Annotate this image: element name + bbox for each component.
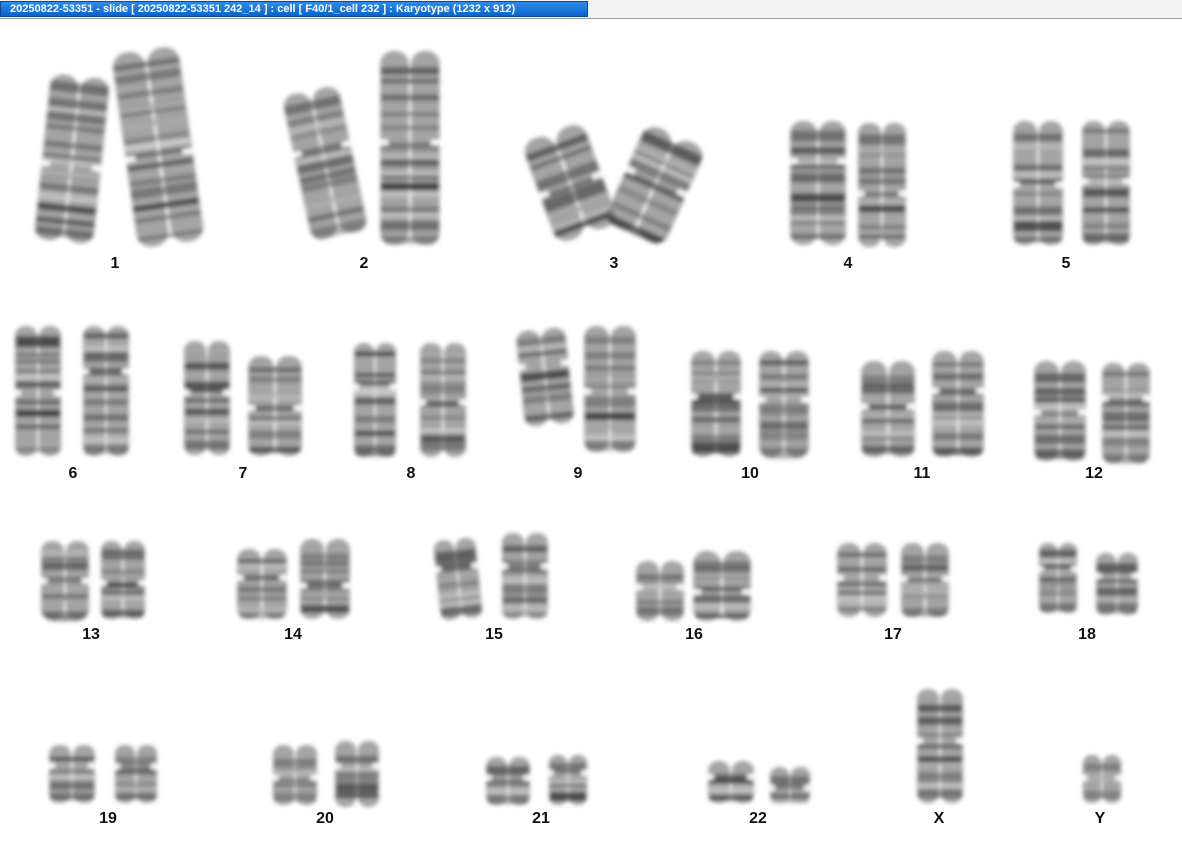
chromosome-7-copy-2[interactable] xyxy=(245,356,305,456)
chromosome-images-10 xyxy=(688,351,812,459)
chromosome-images-13 xyxy=(38,541,147,622)
chromosome-images-17 xyxy=(834,543,951,617)
chromosome-label: X xyxy=(933,810,945,827)
chromosome-17-copy-1[interactable] xyxy=(834,543,890,617)
chromosome-8-copy-1[interactable] xyxy=(351,343,398,457)
chromosome-3-copy-1[interactable] xyxy=(518,120,622,246)
chromosome-label: 15 xyxy=(485,626,503,643)
chromosome-3-copy-2[interactable] xyxy=(600,121,709,249)
chromosome-label: 7 xyxy=(238,465,248,482)
chromosome-label: 12 xyxy=(1085,465,1103,482)
chromosome-label: 9 xyxy=(573,465,583,482)
chromosome-1-copy-2[interactable] xyxy=(108,45,208,249)
chromosome-images-16 xyxy=(633,551,754,621)
chromosome-images-4 xyxy=(787,121,908,247)
chromosome-label: 22 xyxy=(749,810,767,827)
chromosome-1-copy-1[interactable] xyxy=(31,73,113,245)
chromosome-20-copy-1[interactable] xyxy=(270,745,319,805)
chromosome-11-copy-1[interactable] xyxy=(858,361,918,457)
chromosome-label: 16 xyxy=(685,626,703,643)
chromosome-label: 20 xyxy=(316,810,334,827)
chromosome-images-6 xyxy=(12,326,131,456)
chromosome-images-20 xyxy=(270,741,381,807)
chromosome-2-copy-2[interactable] xyxy=(377,51,443,245)
chromosome-13-copy-1[interactable] xyxy=(38,541,91,622)
chromosome-images-15 xyxy=(430,533,550,621)
chromosome-14-copy-2[interactable] xyxy=(297,539,353,619)
chromosome-8-copy-2[interactable] xyxy=(417,343,468,457)
chromosome-11-copy-2[interactable] xyxy=(929,351,987,457)
chromosome-9-copy-2[interactable] xyxy=(581,326,639,452)
chromosome-22-copy-2[interactable] xyxy=(767,767,812,804)
chromosome-6-copy-2[interactable] xyxy=(80,326,131,456)
chromosome-y-copy-1[interactable] xyxy=(1080,755,1123,803)
chromosome-label: 3 xyxy=(609,255,619,272)
window-title[interactable]: 20250822-53351 - slide [ 20250822-53351 … xyxy=(0,1,588,17)
chromosome-images-y xyxy=(1080,755,1123,803)
karyotype-canvas: 1 2 3 4 5 6 7 8 9 10 11 12 13 14 15 16 17 18 19 20 21 22 X Y xyxy=(0,19,1182,861)
chromosome-label: 17 xyxy=(884,626,902,643)
chromosome-14-copy-1[interactable] xyxy=(234,549,290,619)
chromosome-9-copy-1[interactable] xyxy=(512,326,577,427)
window-titlebar: 20250822-53351 - slide [ 20250822-53351 … xyxy=(0,0,1182,19)
chromosome-images-x xyxy=(914,689,965,803)
chromosome-15-copy-1[interactable] xyxy=(430,537,485,621)
chromosome-images-8 xyxy=(351,343,468,457)
chromosome-images-3 xyxy=(518,120,709,249)
chromosome-19-copy-2[interactable] xyxy=(112,745,159,803)
chromosome-images-5 xyxy=(1010,121,1132,245)
chromosome-12-copy-1[interactable] xyxy=(1031,361,1089,461)
chromosome-images-1 xyxy=(31,45,208,249)
chromosome-x-copy-1[interactable] xyxy=(914,689,965,803)
chromosome-images-11 xyxy=(858,351,987,457)
chromosome-16-copy-2[interactable] xyxy=(690,551,754,621)
chromosome-10-copy-1[interactable] xyxy=(688,351,744,457)
chromosome-images-2 xyxy=(278,51,443,245)
chromosome-images-21 xyxy=(483,755,589,805)
chromosome-label: 10 xyxy=(741,465,759,482)
chromosome-label: 8 xyxy=(406,465,416,482)
chromosome-22-copy-1[interactable] xyxy=(705,761,756,803)
chromosome-label: 14 xyxy=(284,626,302,643)
chromosome-18-copy-2[interactable] xyxy=(1093,553,1140,615)
chromosome-12-copy-2[interactable] xyxy=(1099,363,1152,464)
chromosome-13-copy-2[interactable] xyxy=(98,541,147,619)
chromosome-16-copy-1[interactable] xyxy=(633,561,686,621)
chromosome-5-copy-1[interactable] xyxy=(1010,121,1066,245)
chromosome-images-9 xyxy=(512,326,639,452)
chromosome-7-copy-1[interactable] xyxy=(181,341,232,455)
chromosome-images-22 xyxy=(705,761,812,804)
chromosome-4-copy-2[interactable] xyxy=(855,123,908,247)
chromosome-images-18 xyxy=(1036,543,1140,615)
chromosome-images-7 xyxy=(181,341,305,456)
chromosome-2-copy-1[interactable] xyxy=(278,84,371,242)
chromosome-6-copy-1[interactable] xyxy=(12,326,63,456)
chromosome-21-copy-2[interactable] xyxy=(546,755,589,805)
chromosome-label: 1 xyxy=(110,255,120,272)
chromosome-label: Y xyxy=(1094,810,1106,827)
chromosome-label: 2 xyxy=(359,255,369,272)
chromosome-15-copy-2[interactable] xyxy=(499,533,550,619)
chromosome-18-copy-1[interactable] xyxy=(1036,543,1079,613)
chromosome-images-12 xyxy=(1031,361,1152,464)
chromosome-images-14 xyxy=(234,539,353,619)
chromosome-images-19 xyxy=(46,745,159,803)
chromosome-20-copy-2[interactable] xyxy=(332,741,381,807)
chromosome-label: 18 xyxy=(1078,626,1096,643)
chromosome-4-copy-1[interactable] xyxy=(787,121,849,245)
chromosome-label: 5 xyxy=(1061,255,1071,272)
chromosome-label: 21 xyxy=(532,810,550,827)
chromosome-5-copy-2[interactable] xyxy=(1079,121,1132,245)
chromosome-label: 6 xyxy=(68,465,78,482)
chromosome-17-copy-2[interactable] xyxy=(898,543,951,617)
chromosome-21-copy-1[interactable] xyxy=(483,757,532,805)
chromosome-19-copy-1[interactable] xyxy=(46,745,97,803)
chromosome-10-copy-2[interactable] xyxy=(756,351,812,459)
chromosome-label: 4 xyxy=(843,255,853,272)
chromosome-label: 19 xyxy=(99,810,117,827)
chromosome-label: 13 xyxy=(82,626,100,643)
chromosome-label: 11 xyxy=(913,465,931,482)
